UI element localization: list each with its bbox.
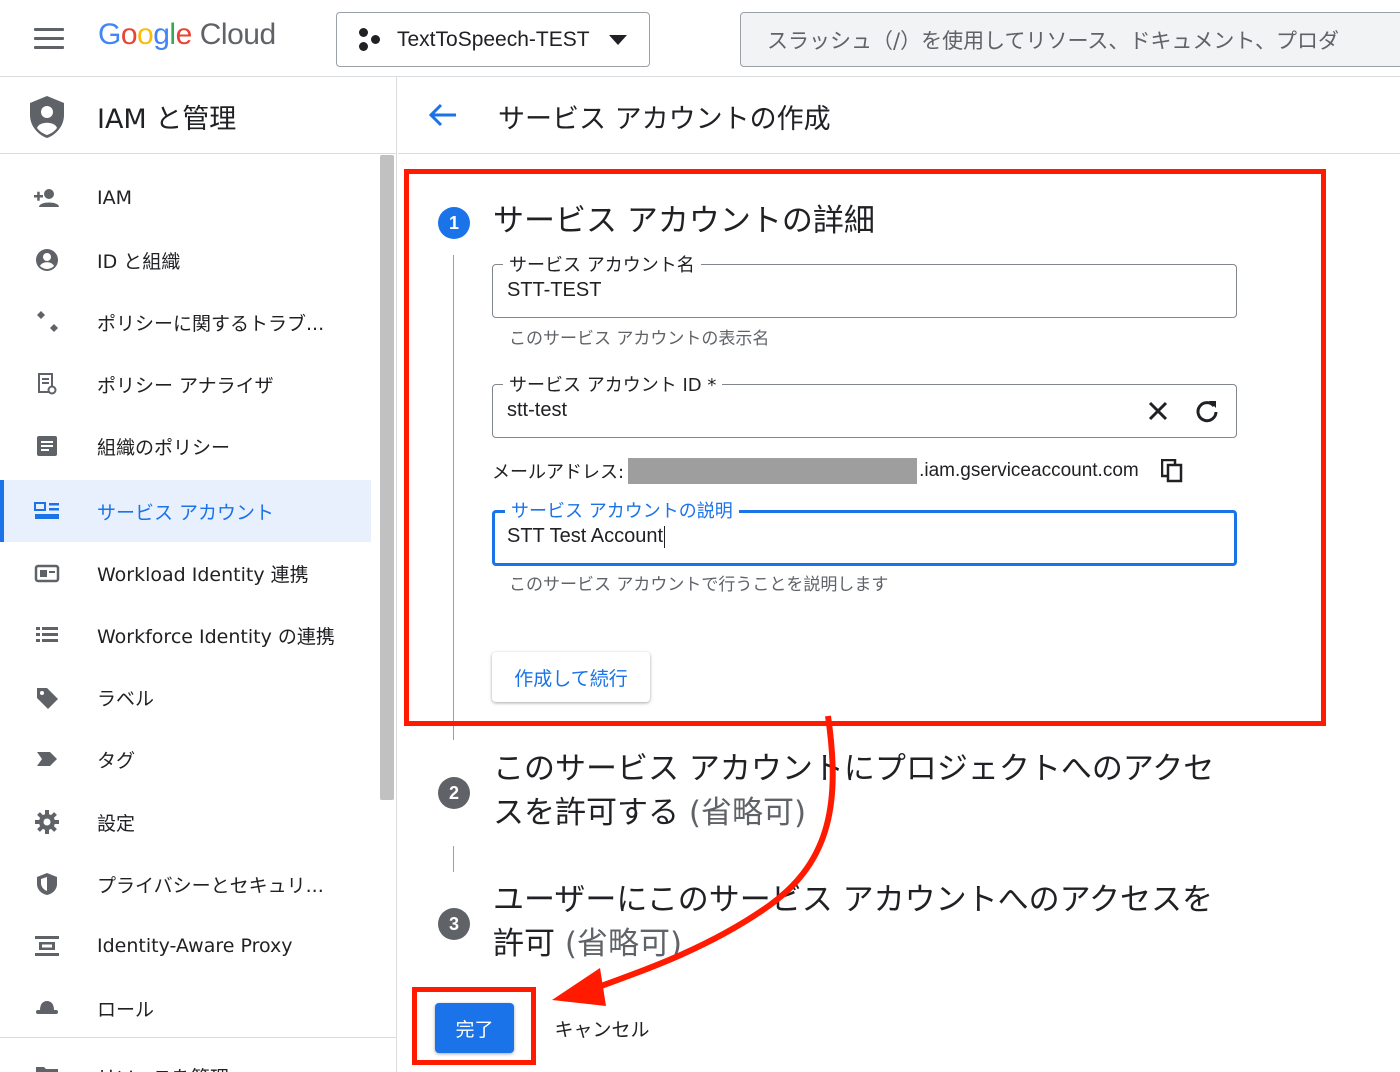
gear-icon xyxy=(35,810,59,834)
top-bar: Google Cloud TextToSpeech-TEST スラッシュ（/）を使… xyxy=(0,0,1400,77)
project-selector[interactable]: TextToSpeech-TEST xyxy=(336,12,650,67)
sidebar-item-roles[interactable]: ロール xyxy=(0,977,371,1039)
step-2-badge: 2 xyxy=(438,777,470,809)
list-document-icon xyxy=(37,436,57,456)
project-dots-icon xyxy=(359,27,383,52)
project-name: TextToSpeech-TEST xyxy=(397,27,590,51)
stepper-line-2 xyxy=(453,846,454,872)
sidebar-item-settings[interactable]: 設定 xyxy=(0,791,371,853)
sidebar-item-service-accounts[interactable]: サービス アカウント xyxy=(0,480,371,542)
add-person-icon xyxy=(34,189,59,207)
step-3-title[interactable]: ユーザーにこのサービス アカウントへのアクセスを 許可 (省略可) xyxy=(493,878,1253,966)
shield-icon xyxy=(30,96,64,138)
step-3-badge: 3 xyxy=(438,908,470,940)
sidebar-item-id-org[interactable]: ID と組織 xyxy=(0,229,371,291)
sidebar-title: IAM と管理 xyxy=(97,104,237,135)
service-account-icon xyxy=(34,502,59,519)
sidebar-item-policy-analyzer[interactable]: ポリシー アナライザ xyxy=(0,353,371,415)
sidebar-item-policy-troubleshooter[interactable]: ポリシーに関するトラブ... xyxy=(0,291,371,353)
sidebar-item-tags[interactable]: タグ xyxy=(0,728,371,790)
sidebar-item-privacy-security[interactable]: プライバシーとセキュリ... xyxy=(0,853,371,915)
list-icon xyxy=(36,627,58,642)
sidebar-item-identity-aware-proxy[interactable]: Identity-Aware Proxy xyxy=(0,915,371,977)
id-card-icon xyxy=(34,564,60,583)
label-icon xyxy=(37,688,58,709)
account-circle-icon xyxy=(36,249,58,271)
sidebar-item-iam[interactable]: IAM xyxy=(0,167,371,229)
shield-icon xyxy=(37,873,57,895)
sidebar-divider xyxy=(0,1037,397,1038)
document-search-icon xyxy=(38,373,57,395)
google-cloud-logo[interactable]: Google Cloud xyxy=(98,18,276,52)
tag-arrow-icon xyxy=(37,752,57,766)
sidebar-item-labels[interactable]: ラベル xyxy=(0,666,371,728)
sidebar-item-manage-resources[interactable]: リソースを管理 xyxy=(0,1039,371,1072)
hat-icon xyxy=(36,1001,58,1014)
sidebar-item-org-policies[interactable]: 組織のポリシー xyxy=(0,415,371,477)
page-header: サービス アカウントの作成 xyxy=(398,77,1400,154)
wrench-icon xyxy=(37,311,58,332)
sidebar-scrollbar[interactable] xyxy=(380,155,394,800)
page-title: サービス アカウントの作成 xyxy=(498,104,831,135)
proxy-icon xyxy=(35,936,59,956)
folder-icon xyxy=(36,1067,58,1072)
sidebar: IAM と管理 IAM ID と組織 ポリシーに関するトラブ... ポリシー ア… xyxy=(0,77,397,1072)
annotation-done-highlight xyxy=(412,987,536,1065)
search-input[interactable]: スラッシュ（/）を使用してリソース、ドキュメント、プロダ xyxy=(740,12,1400,67)
sidebar-item-workload-identity[interactable]: Workload Identity 連携 xyxy=(0,542,371,604)
sidebar-header: IAM と管理 xyxy=(0,77,397,154)
back-arrow-icon[interactable] xyxy=(426,101,458,129)
menu-icon[interactable] xyxy=(34,28,64,50)
cancel-button[interactable]: キャンセル xyxy=(540,1003,664,1053)
annotation-highlight-box xyxy=(404,169,1326,726)
step-2-title[interactable]: このサービス アカウントにプロジェクトへのアクセ スを許可する (省略可) xyxy=(493,747,1253,835)
sidebar-item-workforce-identity[interactable]: Workforce Identity の連携 xyxy=(0,604,371,666)
chevron-down-icon xyxy=(609,35,627,45)
